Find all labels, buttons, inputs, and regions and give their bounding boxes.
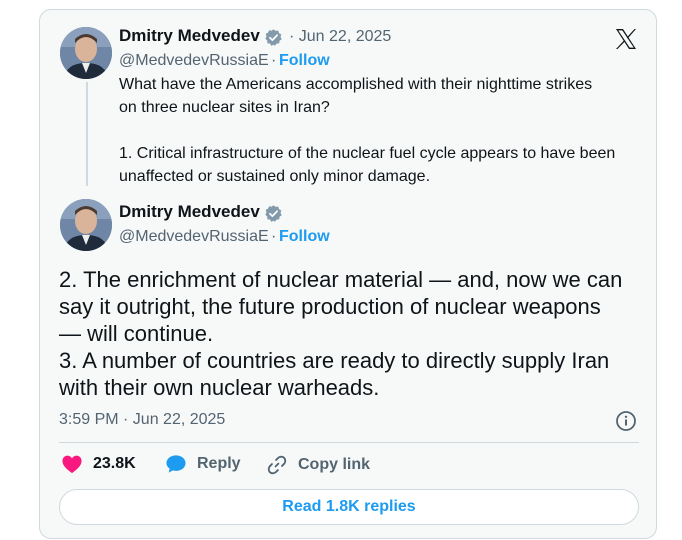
main-follow-link[interactable]: Follow [279, 228, 330, 246]
main-author-name[interactable]: Dmitry Medvedev [119, 202, 260, 222]
quoted-follow-link[interactable]: Follow [279, 52, 330, 70]
quoted-tweet-date[interactable]: · Jun 22, 2025 [289, 28, 391, 46]
handle-separator: · [271, 228, 277, 245]
verified-badge-icon [265, 29, 282, 46]
thread-connector-line [86, 82, 88, 186]
reply-bubble-icon [166, 455, 186, 473]
read-replies-button[interactable]: Read 1.8K replies [59, 489, 639, 525]
quoted-author-avatar[interactable] [60, 27, 112, 79]
quoted-author-name[interactable]: Dmitry Medvedev [119, 26, 260, 46]
reply-button[interactable]: Reply [165, 454, 241, 474]
main-tweet-text: 2. The enrichment of nuclear material — … [59, 267, 623, 400]
tweet-timestamp[interactable]: 3:59 PM · Jun 22, 2025 [59, 411, 225, 429]
link-icon [267, 455, 287, 475]
tweet-divider [59, 442, 639, 443]
main-author-handle[interactable]: @MedvedevRussiaE [119, 228, 269, 246]
embedded-tweet-card: Dmitry Medvedev · Jun 22, 2025 @Medvedev… [39, 9, 657, 539]
avatar-portrait-icon [60, 199, 112, 251]
heart-icon [62, 455, 82, 474]
x-logo-icon[interactable] [614, 27, 638, 51]
verified-badge-icon [265, 205, 282, 222]
reply-label: Reply [197, 455, 241, 472]
main-author-avatar[interactable] [60, 199, 112, 251]
copy-link-label: Copy link [298, 456, 371, 473]
read-replies-label: Read 1.8K replies [282, 498, 416, 515]
handle-separator: · [271, 52, 277, 69]
copy-link-button[interactable]: Copy link [266, 454, 370, 476]
quoted-author-handle[interactable]: @MedvedevRussiaE [119, 52, 269, 70]
avatar-portrait-icon [60, 27, 112, 79]
info-icon[interactable] [615, 410, 637, 432]
quoted-tweet-text: What have the Americans accomplished wit… [119, 76, 616, 185]
like-button[interactable]: 23.8K [61, 454, 136, 474]
like-count: 23.8K [93, 455, 136, 472]
